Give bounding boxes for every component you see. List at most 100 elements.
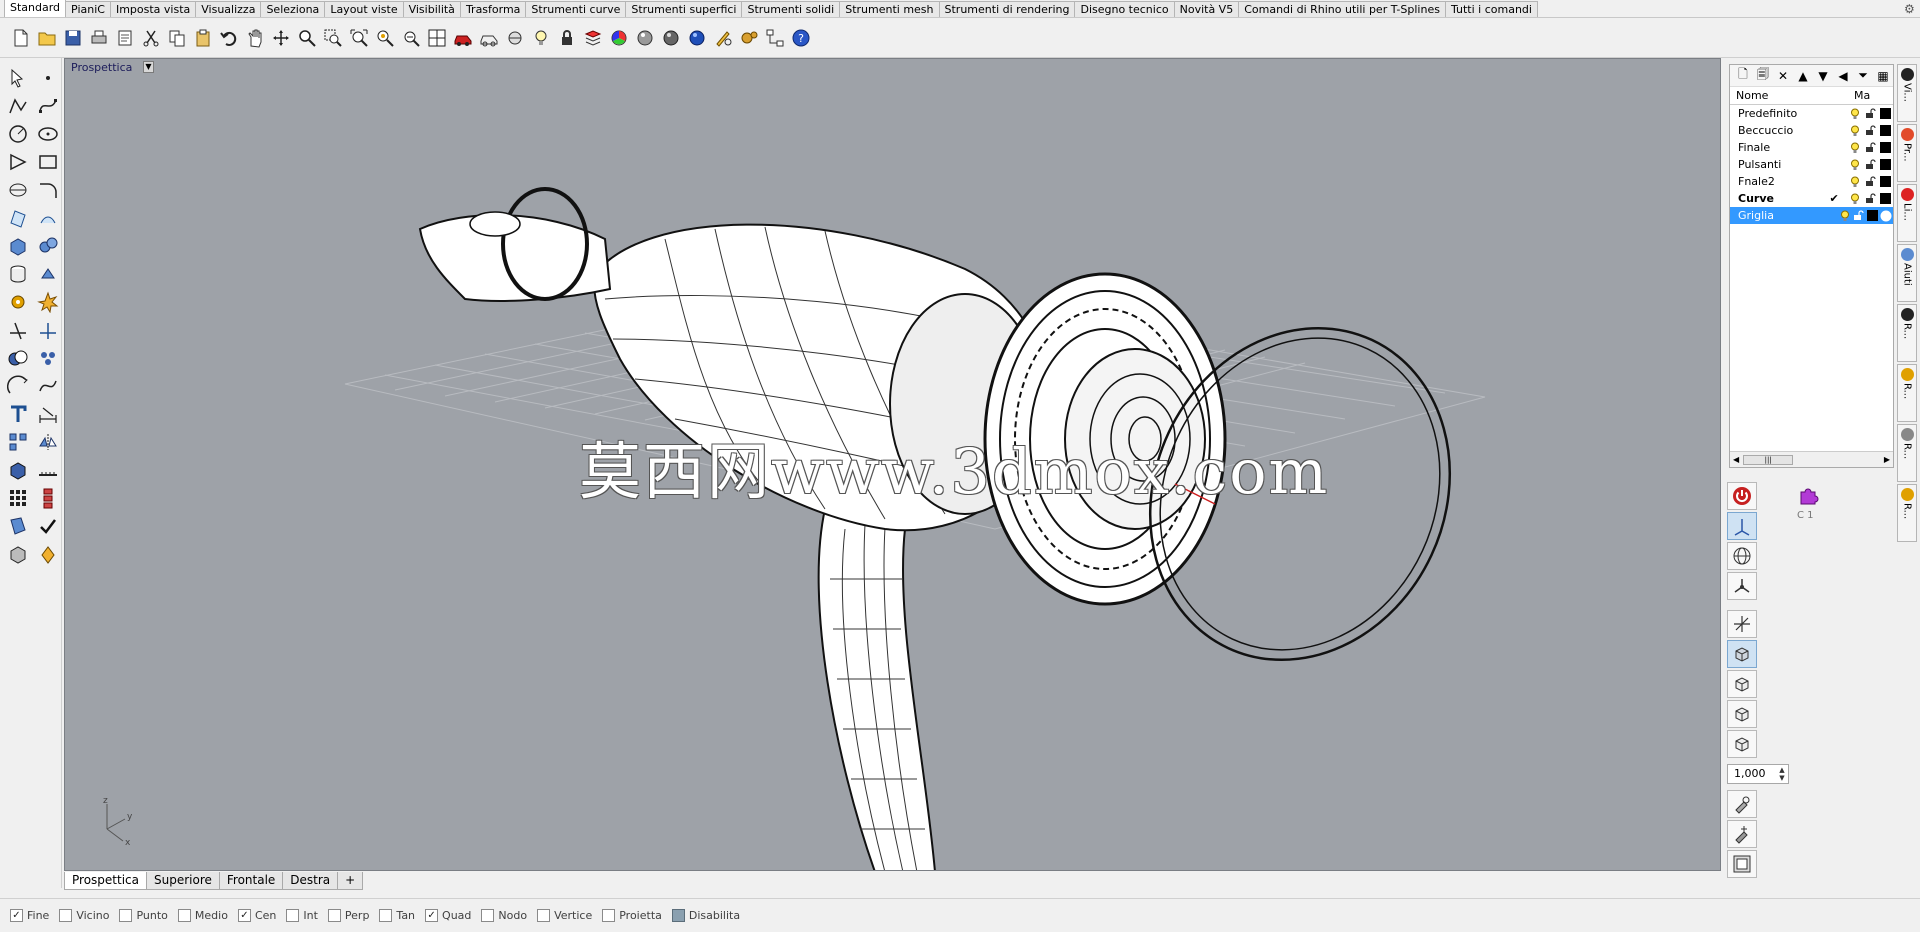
box-view-top-icon[interactable] [1727, 670, 1757, 698]
box-icon[interactable] [4, 232, 32, 259]
snap-checkbox[interactable] [286, 909, 300, 922]
box-view-right-icon[interactable] [1727, 730, 1757, 758]
layer-current-check[interactable]: ✔ [1821, 192, 1848, 205]
layer-color-swatch[interactable] [1878, 158, 1893, 172]
snap-checkbox[interactable] [177, 909, 191, 922]
toolbar-tab-2[interactable]: Imposta vista [109, 1, 197, 17]
scroll-left-icon[interactable]: ◀ [1730, 455, 1739, 464]
polyline-icon[interactable] [4, 92, 32, 119]
toolbar-tab-8[interactable]: Strumenti curve [525, 1, 627, 17]
undo-icon[interactable] [216, 24, 242, 52]
render-sphere-icon[interactable] [658, 24, 684, 52]
layer-unlock-icon[interactable] [1863, 175, 1878, 189]
color-wheel-icon[interactable] [606, 24, 632, 52]
curve-points-icon[interactable] [34, 92, 62, 119]
wireframe-car-icon[interactable] [476, 24, 502, 52]
snap-1[interactable]: Vicino [59, 909, 109, 922]
layer-row[interactable]: Beccuccio [1730, 122, 1893, 139]
light-bulb-icon[interactable] [528, 24, 554, 52]
extrude-icon[interactable] [34, 260, 62, 287]
toolbar-tab-14[interactable]: Novità V5 [1173, 1, 1240, 17]
new-sublayer-icon[interactable]: 🗐 [1753, 66, 1773, 86]
mirror-icon[interactable] [34, 428, 62, 455]
layer-unlock-icon[interactable] [1863, 192, 1878, 206]
gumball-cplane-icon[interactable] [1727, 572, 1757, 600]
zoom-selected-icon[interactable] [372, 24, 398, 52]
new-file-icon[interactable] [8, 24, 34, 52]
gumball-globe-icon[interactable] [1727, 542, 1757, 570]
snap-4[interactable]: ✓ Cen [237, 909, 276, 922]
gumball-move-icon[interactable] [1727, 610, 1757, 638]
new-layer-icon[interactable]: 🗋 [1733, 66, 1753, 86]
layer-name[interactable]: Pulsanti [1730, 158, 1821, 171]
layer-name[interactable]: Griglia [1730, 209, 1813, 222]
layer-visible-bulb-icon[interactable] [1847, 175, 1862, 189]
brush-move-icon[interactable] [1727, 820, 1757, 848]
layer-color-swatch[interactable] [1878, 124, 1893, 138]
toolbar-tab-16[interactable]: Tutti i comandi [1444, 1, 1538, 17]
snap-checkbox[interactable] [59, 909, 73, 922]
surface-points-icon[interactable] [4, 204, 32, 231]
help-icon[interactable]: ? [788, 24, 814, 52]
layer-row[interactable]: Fnale2 [1730, 173, 1893, 190]
analyze-icon[interactable] [4, 512, 32, 539]
layer-material-icon[interactable] [1879, 209, 1893, 223]
circle-icon[interactable] [4, 120, 32, 147]
layer-unlock-icon[interactable] [1863, 107, 1878, 121]
layers-header-material[interactable]: Ma [1854, 89, 1870, 102]
render-mesh-icon[interactable] [4, 540, 32, 567]
snap-8[interactable]: ✓ Quad [425, 909, 471, 922]
car-render-icon[interactable] [450, 24, 476, 52]
layer-icon[interactable] [580, 24, 606, 52]
boolean-icon[interactable] [4, 344, 32, 371]
rebuild-icon[interactable] [34, 372, 62, 399]
zoom-extents-icon[interactable] [346, 24, 372, 52]
snap-checkbox[interactable] [602, 909, 616, 922]
viewport-tab-0[interactable]: Prospettica [64, 872, 147, 890]
blue-sphere-icon[interactable] [684, 24, 710, 52]
layer-color-swatch[interactable] [1878, 192, 1893, 206]
stack-icon[interactable] [34, 484, 62, 511]
snap-3[interactable]: Medio [177, 909, 228, 922]
viewport-perspective[interactable]: Prospettica ▼ z y x 莫西网www.3dmox.com [64, 58, 1721, 871]
power-icon[interactable] [1727, 482, 1757, 510]
toolbar-tab-3[interactable]: Visualizza [195, 1, 262, 17]
split-icon[interactable] [34, 316, 62, 343]
loft-icon[interactable] [34, 204, 62, 231]
move-down-icon[interactable]: ▼ [1813, 66, 1833, 86]
layer-visible-bulb-icon[interactable] [1847, 192, 1862, 206]
pan-hand-icon[interactable] [242, 24, 268, 52]
arc-icon[interactable] [4, 372, 32, 399]
explode-icon[interactable] [34, 288, 62, 315]
snap-9[interactable]: Nodo [481, 909, 527, 922]
shaded-icon[interactable] [502, 24, 528, 52]
panel-side-tab-4[interactable]: R... [1897, 304, 1917, 362]
layer-row[interactable]: Predefinito [1730, 105, 1893, 122]
spheres-icon[interactable] [34, 232, 62, 259]
toolbar-tab-5[interactable]: Layout viste [324, 1, 404, 17]
snap-2[interactable]: Punto [119, 909, 168, 922]
gumball-world-icon[interactable] [1727, 512, 1757, 540]
snap-checkbox[interactable] [671, 909, 685, 922]
snap-checkbox[interactable] [481, 909, 495, 922]
scroll-right-icon[interactable]: ▶ [1884, 455, 1893, 464]
toolbar-tab-1[interactable]: PianiC [65, 1, 111, 17]
snap-5[interactable]: Int [286, 909, 318, 922]
viewport-tab-1[interactable]: Superiore [145, 872, 220, 890]
toolbar-tab-11[interactable]: Strumenti mesh [839, 1, 940, 17]
snap-12[interactable]: Disabilita [671, 909, 740, 922]
paint-icon[interactable] [34, 540, 62, 567]
check-icon[interactable] [34, 512, 62, 539]
snap-checkbox[interactable] [537, 909, 551, 922]
snap-checkbox[interactable] [327, 909, 341, 922]
panel-side-tab-6[interactable]: R... [1897, 424, 1917, 482]
copy-icon[interactable] [164, 24, 190, 52]
toolbar-tab-9[interactable]: Strumenti superfici [625, 1, 743, 17]
move-up-icon[interactable]: ▲ [1793, 66, 1813, 86]
toolbar-tab-6[interactable]: Visibilità [402, 1, 461, 17]
frame-icon[interactable] [1727, 850, 1757, 878]
zoom-window-icon[interactable] [320, 24, 346, 52]
layer-unlock-icon[interactable] [1863, 124, 1878, 138]
viewport-tab-4[interactable]: + [337, 872, 364, 890]
toolbar-tab-0[interactable]: Standard [4, 0, 67, 17]
